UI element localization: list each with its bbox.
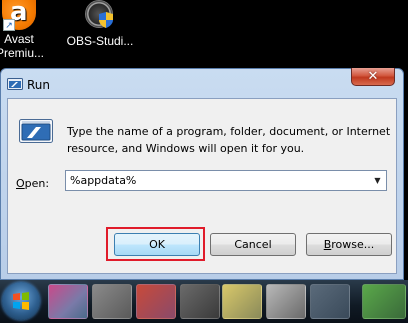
taskbar: [0, 280, 408, 323]
taskbar-button[interactable]: [266, 284, 306, 319]
windows-logo-icon: [13, 292, 29, 310]
shortcut-arrow-icon: ↗: [3, 19, 15, 31]
open-label: Open:: [16, 177, 50, 190]
title-bar[interactable]: Run ✕: [1, 68, 403, 97]
ok-button[interactable]: OK: [114, 233, 200, 256]
taskbar-button[interactable]: [222, 284, 262, 319]
desktop-icon-label: Avast: [4, 32, 34, 46]
taskbar-button[interactable]: [362, 284, 406, 319]
uac-shield-icon: [99, 12, 113, 28]
obs-studio-icon: [85, 0, 115, 30]
taskbar-button[interactable]: [48, 284, 88, 319]
desktop-icon-obs-studio[interactable]: OBS-Studi...: [64, 0, 136, 48]
avast-icon: a ↗: [2, 0, 36, 31]
taskbar-button[interactable]: [92, 284, 132, 319]
close-icon: ✕: [367, 69, 379, 84]
cancel-button[interactable]: Cancel: [210, 233, 296, 256]
start-button[interactable]: [2, 282, 40, 320]
close-button[interactable]: ✕: [351, 68, 395, 86]
chevron-down-icon[interactable]: ▼: [370, 172, 385, 189]
run-description: Type the name of a program, folder, docu…: [67, 125, 391, 155]
desktop-icon-avast[interactable]: a ↗ Avast Premiu...: [0, 0, 45, 60]
open-combobox[interactable]: ▼: [65, 170, 387, 191]
open-input[interactable]: [66, 171, 374, 190]
taskbar-button[interactable]: [136, 284, 176, 319]
run-program-icon: [19, 119, 53, 143]
dialog-title: Run: [27, 78, 51, 92]
run-icon: [7, 78, 23, 90]
run-dialog: Run ✕ Type the name of a program, folder…: [0, 68, 404, 280]
taskbar-button[interactable]: [180, 284, 220, 319]
browse-button[interactable]: Browse...: [306, 233, 392, 256]
desktop-icon-label: Premiu...: [0, 46, 45, 60]
taskbar-button[interactable]: [310, 284, 350, 319]
desktop-icon-label: OBS-Studi...: [66, 34, 134, 48]
